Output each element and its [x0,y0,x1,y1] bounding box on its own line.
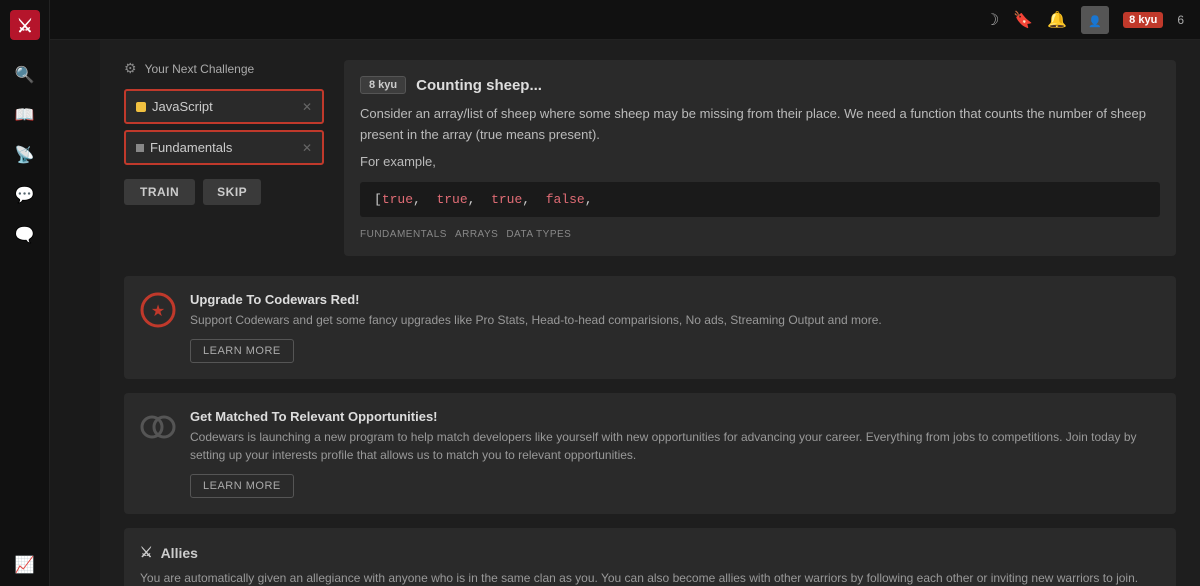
promo-red-card: ★ Upgrade To Codewars Red! Support Codew… [124,276,1176,379]
challenge-right-panel: 8 kyu Counting sheep... Consider an arra… [344,60,1176,256]
promo-match-content: Get Matched To Relevant Opportunities! C… [190,409,1160,498]
promo-red-title: Upgrade To Codewars Red! [190,292,882,307]
allies-title: ⚔ Allies [140,544,1160,561]
js-dot-icon [136,102,146,112]
topic-dot-icon [136,144,144,152]
svg-text:👤: 👤 [1088,15,1102,28]
topic-label: Fundamentals [150,140,232,155]
sidebar: ⚔ 🔍 📖 📡 💬 🗨️ 📈 [0,0,50,586]
allies-label: Allies [161,545,198,561]
allies-desc: You are automatically given an allegianc… [140,569,1160,586]
kata-desc-p1: Consider an array/list of sheep where so… [360,104,1160,146]
tag-fundamentals: FUNDAMENTALS [360,229,447,240]
bookmark-icon[interactable]: 🔖 [1013,10,1033,30]
search-nav-icon[interactable]: 🔍 [14,64,36,86]
promo-match-icon [140,409,176,445]
promo-red-icon: ★ [140,292,176,328]
svg-text:⚔: ⚔ [16,16,32,36]
svg-text:★: ★ [151,303,165,320]
code-true-2: true [436,192,467,207]
challenge-header: ⚙ Your Next Challenge [124,60,324,77]
btn-group: TRAIN SKIP [124,179,324,205]
book-nav-icon[interactable]: 📖 [14,104,36,126]
language-selector[interactable]: JavaScript ✕ [124,89,324,124]
topic-selector[interactable]: Fundamentals ✕ [124,130,324,165]
challenge-header-label: Your Next Challenge [145,62,255,76]
kyu-badge: 8 kyu [1123,12,1163,28]
kata-description: Consider an array/list of sheep where so… [360,104,1160,172]
promo-match-title: Get Matched To Relevant Opportunities! [190,409,1160,424]
promo-match-learn-button[interactable]: LEARN MORE [190,474,294,498]
lang-left: JavaScript [136,99,213,114]
promo-red-content: Upgrade To Codewars Red! Support Codewar… [190,292,882,363]
challenge-title-row: 8 kyu Counting sheep... [360,76,1160,94]
kata-code-example: [true, true, true, false, [360,182,1160,217]
topnav: ☽ 🔖 🔔 👤 8 kyu 6 [50,0,1200,40]
kata-kyu-badge: 8 kyu [360,76,406,94]
avatar[interactable]: 👤 [1081,6,1109,34]
allies-section: ⚔ Allies You are automatically given an … [124,528,1176,586]
promo-red-learn-button[interactable]: LEARN MORE [190,339,294,363]
skip-button[interactable]: SKIP [203,179,261,205]
score-label: 6 [1177,13,1184,27]
tag-arrays: ARRAYS [455,229,498,240]
trending-nav-icon[interactable]: 📈 [14,554,36,576]
lang-arrow-icon: ✕ [302,100,312,114]
challenge-left-panel: ⚙ Your Next Challenge JavaScript ✕ Funda… [124,60,324,256]
kata-desc-p2: For example, [360,152,1160,173]
kata-tags: FUNDAMENTALS ARRAYS DATA TYPES [360,229,1160,240]
allies-icon: ⚔ [140,544,153,561]
train-button[interactable]: TRAIN [124,179,195,205]
gear-icon: ⚙ [124,60,137,77]
language-label: JavaScript [152,99,213,114]
topic-arrow-icon: ✕ [302,141,312,155]
sidebar-logo[interactable]: ⚔ [10,10,40,40]
promo-red-desc: Support Codewars and get some fancy upgr… [190,311,882,329]
moon-icon[interactable]: ☽ [985,10,999,30]
challenge-section: ⚙ Your Next Challenge JavaScript ✕ Funda… [124,60,1176,256]
chat-nav-icon[interactable]: 💬 [14,184,36,206]
feed-nav-icon[interactable]: 📡 [14,144,36,166]
promo-match-desc: Codewars is launching a new program to h… [190,428,1160,464]
bell-icon[interactable]: 🔔 [1047,10,1067,30]
kata-title: Counting sheep... [416,77,542,94]
tag-datatypes: DATA TYPES [506,229,571,240]
topic-left: Fundamentals [136,140,232,155]
discuss-nav-icon[interactable]: 🗨️ [14,224,36,246]
code-true-3: true [491,192,522,207]
main-content: ⚙ Your Next Challenge JavaScript ✕ Funda… [100,40,1200,586]
promo-match-card: Get Matched To Relevant Opportunities! C… [124,393,1176,514]
code-true-1: true [382,192,413,207]
code-false-1: false [546,192,585,207]
